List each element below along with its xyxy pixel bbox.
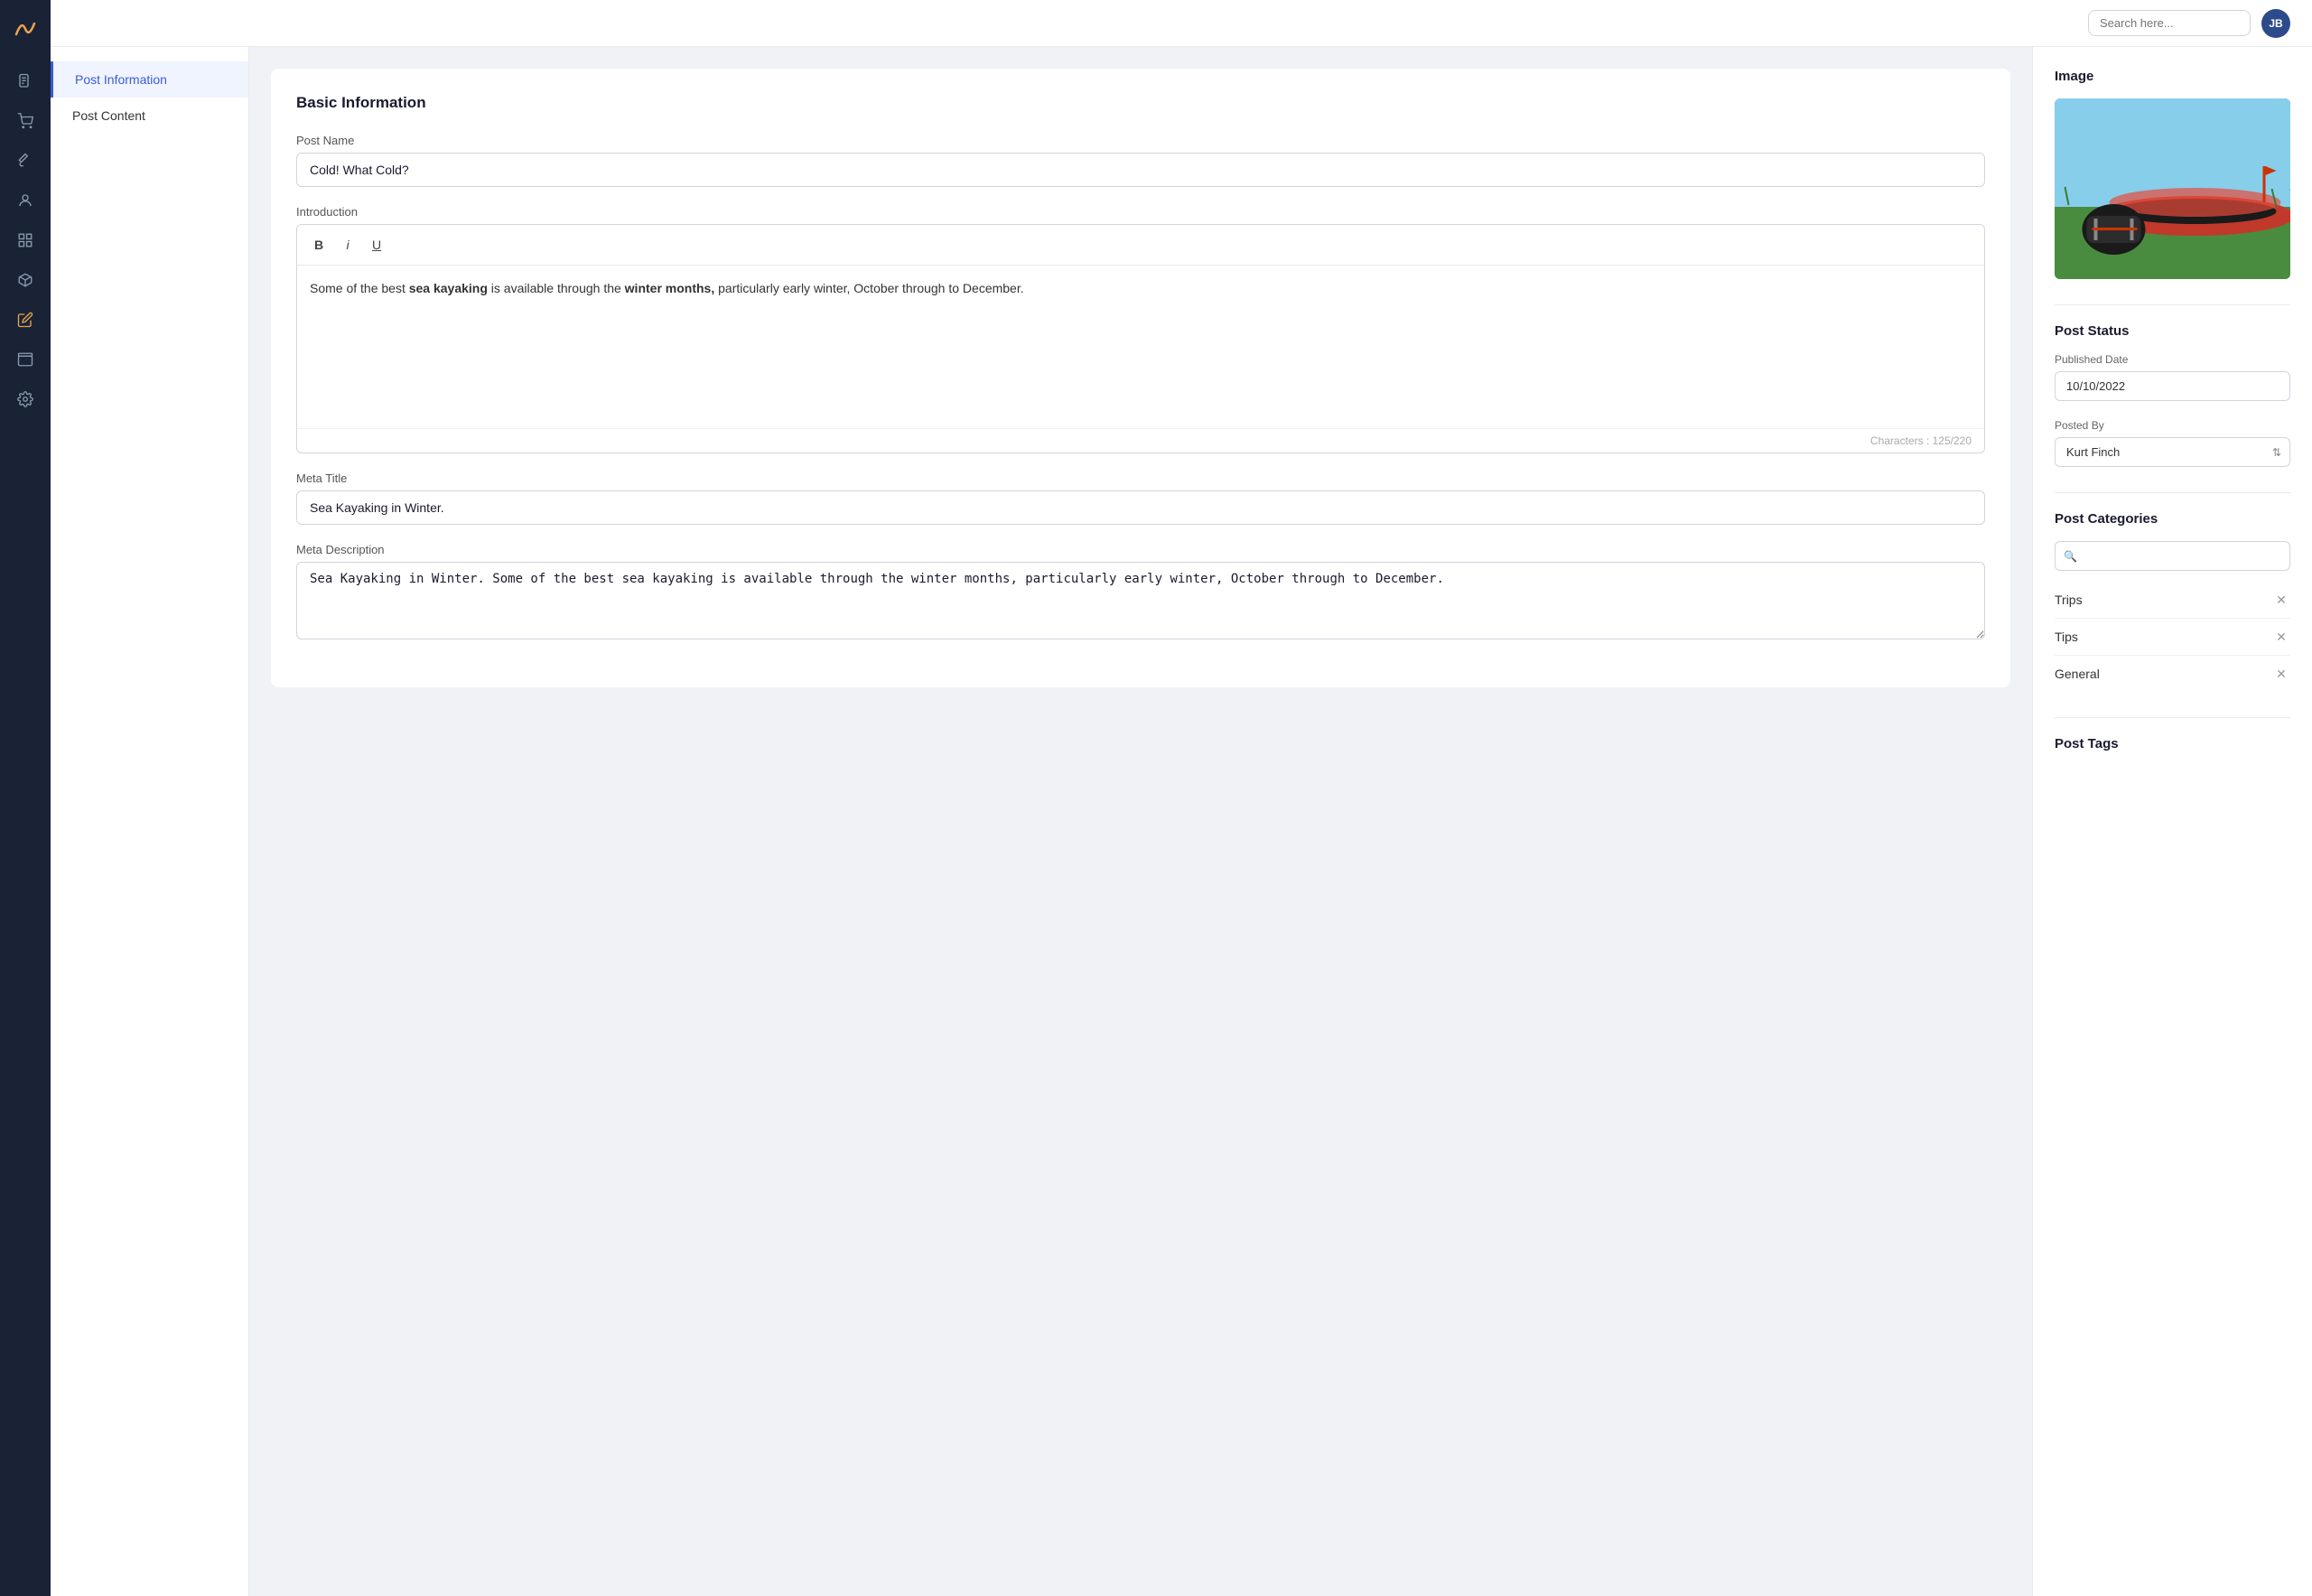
introduction-group: Introduction B i U Some of the best sea …: [296, 205, 1985, 453]
category-general-label: General: [2055, 667, 2100, 681]
category-tips-label: Tips: [2055, 630, 2078, 644]
topbar: JB: [51, 0, 2312, 47]
remove-tips-button[interactable]: ✕: [2272, 628, 2290, 646]
intro-bold-1: sea kayaking: [409, 281, 488, 295]
meta-desc-textarea[interactable]: Sea Kayaking in Winter. Some of the best…: [296, 562, 1985, 639]
post-tags-section: Post Tags: [2055, 736, 2290, 751]
brush-icon[interactable]: [9, 145, 42, 177]
intro-text-3: particularly early winter, October throu…: [714, 281, 1023, 295]
settings-icon[interactable]: [9, 383, 42, 415]
layout-icon[interactable]: [9, 343, 42, 376]
logo[interactable]: [11, 14, 40, 43]
post-status-title: Post Status: [2055, 323, 2290, 339]
posted-by-select[interactable]: Kurt Finch: [2055, 437, 2290, 467]
sidebar-item-post-content[interactable]: Post Content: [51, 98, 248, 134]
meta-desc-group: Meta Description Sea Kayaking in Winter.…: [296, 543, 1985, 644]
posted-by-label: Posted By: [2055, 419, 2290, 432]
characters-count: Characters : 125/220: [297, 428, 1984, 453]
form-card-title: Basic Information: [296, 94, 1985, 112]
underline-button[interactable]: U: [364, 232, 389, 257]
posted-by-wrapper: Kurt Finch ⇅: [2055, 437, 2290, 467]
bold-button[interactable]: B: [306, 232, 331, 257]
post-categories-title: Post Categories: [2055, 511, 2290, 527]
image-section-title: Image: [2055, 69, 2290, 84]
cart-icon[interactable]: [9, 105, 42, 137]
left-panel: Post Information Post Content: [51, 47, 249, 1596]
divider-3: [2055, 717, 2290, 718]
meta-desc-label: Meta Description: [296, 543, 1985, 556]
post-status-section: Post Status Published Date Posted By Kur…: [2055, 323, 2290, 467]
post-name-group: Post Name: [296, 134, 1985, 187]
post-categories-section: Post Categories 🔍 Trips ✕ Tips ✕ General…: [2055, 511, 2290, 692]
italic-button[interactable]: i: [335, 232, 360, 257]
category-search-wrapper: 🔍: [2055, 541, 2290, 571]
intro-text-2: is available through the: [488, 281, 625, 295]
cube-icon[interactable]: [9, 264, 42, 296]
category-tips: Tips ✕: [2055, 619, 2290, 656]
pencil-icon[interactable]: [9, 303, 42, 336]
meta-title-group: Meta Title: [296, 471, 1985, 525]
intro-bold-2: winter months,: [625, 281, 715, 295]
search-input[interactable]: [2088, 10, 2251, 36]
published-date-label: Published Date: [2055, 353, 2290, 366]
sidebar: [0, 0, 51, 1596]
introduction-editor: B i U Some of the best sea kayaking is a…: [296, 224, 1985, 453]
image-section: Image: [2055, 69, 2290, 279]
document-icon[interactable]: [9, 65, 42, 98]
post-name-label: Post Name: [296, 134, 1985, 147]
post-tags-title: Post Tags: [2055, 736, 2290, 751]
person-icon[interactable]: [9, 184, 42, 217]
page-body: Post Information Post Content Basic Info…: [51, 47, 2312, 1596]
avatar[interactable]: JB: [2261, 9, 2290, 38]
divider-2: [2055, 492, 2290, 493]
category-trips-label: Trips: [2055, 593, 2083, 607]
introduction-content[interactable]: Some of the best sea kayaking is availab…: [297, 266, 1984, 428]
category-general: General ✕: [2055, 656, 2290, 692]
meta-title-label: Meta Title: [296, 471, 1985, 485]
remove-general-button[interactable]: ✕: [2272, 665, 2290, 683]
intro-text-1: Some of the best: [310, 281, 409, 295]
divider-1: [2055, 304, 2290, 305]
rich-toolbar: B i U: [297, 225, 1984, 266]
introduction-label: Introduction: [296, 205, 1985, 219]
remove-trips-button[interactable]: ✕: [2272, 591, 2290, 609]
posted-by-group: Posted By Kurt Finch ⇅: [2055, 419, 2290, 467]
meta-title-input[interactable]: [296, 490, 1985, 525]
published-date-group: Published Date: [2055, 353, 2290, 401]
category-trips: Trips ✕: [2055, 582, 2290, 619]
basic-information-card: Basic Information Post Name Introduction…: [271, 69, 2010, 687]
main-content: Basic Information Post Name Introduction…: [249, 47, 2032, 1596]
kayak-image: [2055, 98, 2290, 279]
search-icon: 🔍: [2064, 550, 2077, 563]
post-name-input[interactable]: [296, 153, 1985, 187]
grid-icon[interactable]: [9, 224, 42, 257]
right-panel: Image: [2032, 47, 2312, 1596]
category-search-input[interactable]: [2055, 541, 2290, 571]
published-date-input[interactable]: [2055, 371, 2290, 401]
sidebar-item-post-information[interactable]: Post Information: [51, 61, 248, 98]
